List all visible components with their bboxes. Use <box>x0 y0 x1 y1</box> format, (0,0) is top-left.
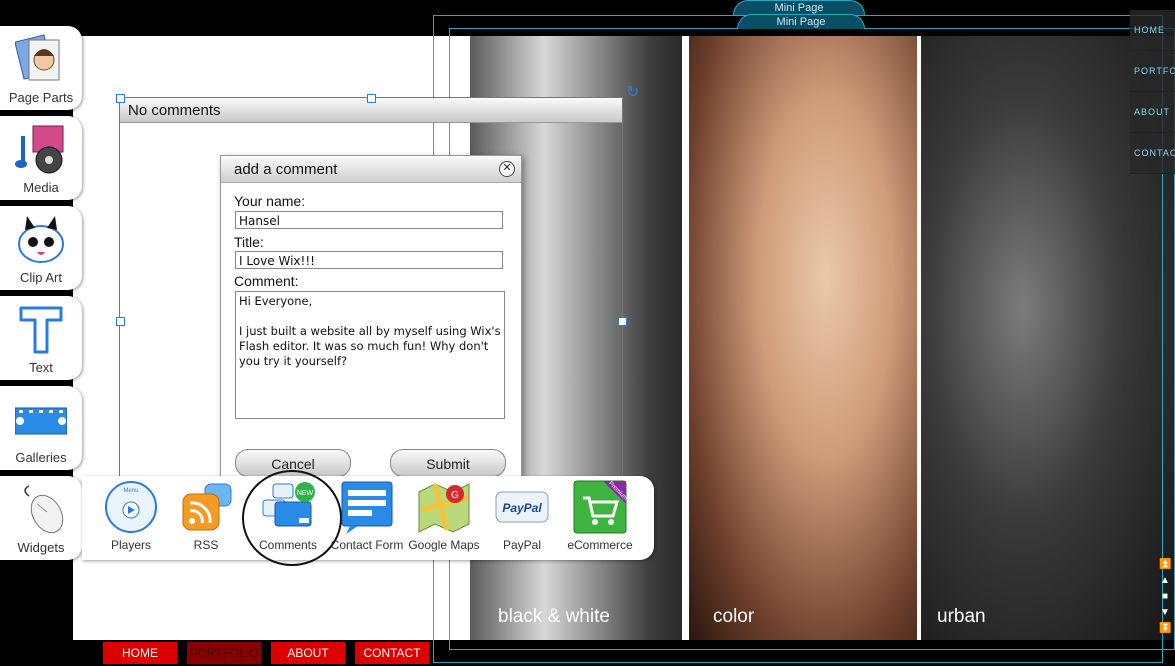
widget-google-maps[interactable]: G Google Maps <box>405 480 483 552</box>
paypal-logo-text: PayPal <box>502 501 542 515</box>
dialog-title: add a comment <box>234 161 338 178</box>
widget-ecommerce[interactable]: Premium eCommerce <box>561 480 639 552</box>
widget-comments[interactable]: NEW Comments <box>249 480 327 552</box>
svg-text:G: G <box>451 490 459 501</box>
resize-handle[interactable] <box>618 317 627 326</box>
add-comment-dialog: add a comment ✕ Your name: Hansel Title:… <box>220 155 522 479</box>
right-nav-contact[interactable]: CONTACT <box>1130 133 1175 174</box>
scroll-controls: ⏫ ▲ ■ ▼ ⏬ <box>1159 560 1171 640</box>
galleries-label: Galleries <box>15 450 67 465</box>
galleries-button[interactable]: Galleries <box>0 386 82 470</box>
page-parts-button[interactable]: Page Parts <box>0 26 82 110</box>
widget-players[interactable]: Menu Players <box>92 480 170 552</box>
widgets-button[interactable]: Widgets <box>0 476 82 560</box>
media-icon <box>15 125 64 174</box>
new-badge-text: NEW <box>297 490 314 497</box>
resize-handle[interactable] <box>367 94 376 103</box>
name-label: Your name: <box>234 193 306 209</box>
scroll-down-icon[interactable]: ▼ <box>1159 608 1171 618</box>
nav-about-button[interactable]: ABOUT <box>271 642 345 664</box>
text-button[interactable]: Text <box>0 296 82 380</box>
players-brand-text: Menu <box>123 488 138 494</box>
widget-rss[interactable]: RSS <box>167 480 245 552</box>
player-icon: Menu <box>105 481 157 533</box>
widget-paypal[interactable]: PayPal PayPal <box>483 480 561 552</box>
page-parts-label: Page Parts <box>8 90 74 105</box>
galleries-icon <box>15 407 67 435</box>
resize-handle[interactable] <box>116 317 125 326</box>
mini-page-tab[interactable]: Mini Page <box>733 0 865 15</box>
scroll-bottom-icon[interactable]: ⏬ <box>1159 624 1171 634</box>
nav-portfolio-button[interactable]: PORTFOLIO <box>187 642 261 664</box>
text-icon <box>19 306 63 354</box>
widget-contact-form[interactable]: Contact Form <box>328 480 406 552</box>
widget-label: Comments <box>258 538 317 552</box>
widget-label: eCommerce <box>567 538 633 552</box>
shopping-cart-icon: Premium <box>573 480 627 534</box>
scroll-up-icon[interactable]: ▲ <box>1159 576 1171 586</box>
text-label: Text <box>29 360 53 375</box>
widget-label: PayPal <box>502 538 542 552</box>
mini-page-tab[interactable]: Mini Page <box>737 14 865 29</box>
comment-field[interactable]: Hi Everyone, I just built a website all … <box>235 291 505 419</box>
comments-icon: NEW <box>262 482 315 527</box>
site-bottom-nav: HOME PORTFOLIO ABOUT CONTACT <box>73 640 433 666</box>
media-button[interactable]: Media <box>0 116 82 200</box>
contact-form-icon <box>341 481 393 534</box>
title-label: Title: <box>234 234 264 250</box>
right-nav-home[interactable]: HOME <box>1130 10 1175 51</box>
rotate-icon[interactable]: ↻ <box>626 82 639 102</box>
map-icon: G <box>418 483 470 533</box>
comment-label: Comment: <box>234 273 299 289</box>
widgets-panel: Menu Players RSS NEW Comments Contact Fo… <box>82 470 654 566</box>
widgets-label: Widgets <box>17 540 65 555</box>
scroll-top-icon[interactable]: ⏫ <box>1159 560 1171 570</box>
title-field[interactable]: I Love Wix!!! <box>235 251 503 269</box>
page-parts-icon <box>15 34 60 81</box>
clip-art-label: Clip Art <box>20 270 62 285</box>
site-right-nav: HOME PORTFOLIO ABOUT CONTACT <box>1130 10 1175 174</box>
mouse-icon <box>24 485 64 534</box>
rss-icon <box>182 483 232 531</box>
nav-contact-button[interactable]: CONTACT <box>355 642 429 664</box>
scroll-stop-icon[interactable]: ■ <box>1159 592 1171 602</box>
clip-art-button[interactable]: Clip Art <box>0 206 82 290</box>
resize-handle[interactable] <box>116 94 125 103</box>
right-nav-about[interactable]: ABOUT <box>1130 92 1175 133</box>
close-icon[interactable]: ✕ <box>499 161 515 177</box>
dialog-title-bar: add a comment ✕ <box>221 156 521 183</box>
right-nav-portfolio[interactable]: PORTFOLIO <box>1130 51 1175 92</box>
submit-button[interactable]: Submit <box>390 449 506 477</box>
paypal-icon: PayPal <box>495 491 549 523</box>
name-field[interactable]: Hansel <box>235 211 503 229</box>
widget-label: Google Maps <box>408 538 480 552</box>
nav-home-button[interactable]: HOME <box>103 642 177 664</box>
media-label: Media <box>23 180 59 195</box>
widget-label: RSS <box>193 538 219 552</box>
clip-art-icon <box>18 216 64 263</box>
